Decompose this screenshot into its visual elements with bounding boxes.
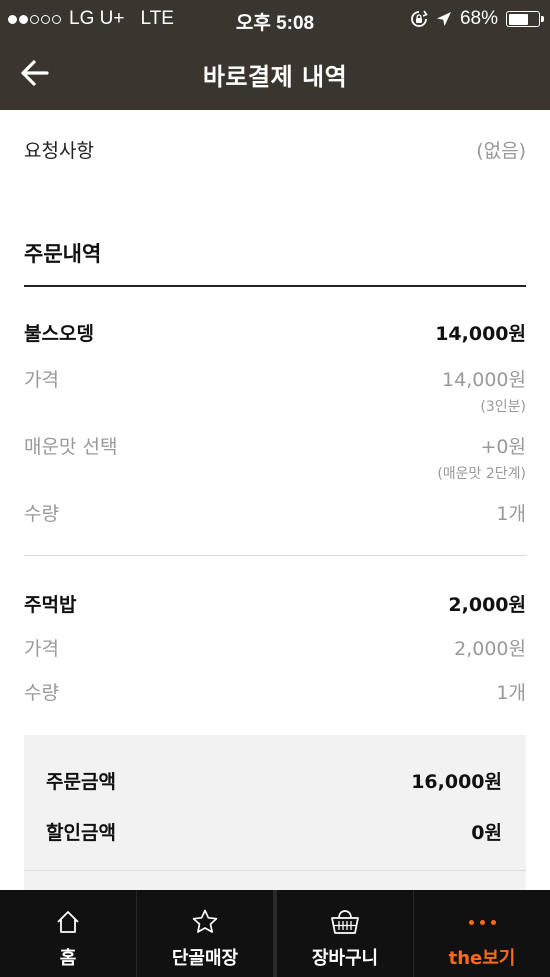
tab-more[interactable]: the보기 — [413, 890, 550, 977]
tab-favorite-stores-label: 단골매장 — [171, 948, 239, 969]
order-section-title: 주문내역 — [24, 242, 102, 266]
price-value: 2,000원 — [454, 638, 526, 660]
order-item-name-row: 불스오뎅 14,000원 — [24, 319, 526, 346]
discount-row: 할인금액 0원 — [46, 818, 502, 845]
order-item-qty-row: 수량 1개 — [24, 499, 526, 526]
order-amount-row: 주문금액 16,000원 — [46, 767, 502, 794]
location-icon — [436, 12, 451, 26]
order-item-name: 주먹밥 — [24, 594, 77, 616]
option-note: (매운맛 2단계) — [437, 466, 526, 482]
order-item-price-row: 가격 14,000원 (3인분) — [24, 365, 526, 416]
battery-percent: 68% — [459, 8, 498, 29]
request-value: (없음) — [476, 140, 526, 162]
star-icon — [192, 909, 218, 933]
order-item-qty-row: 수량 1개 — [24, 678, 526, 705]
item-divider — [24, 555, 526, 556]
discount-value: 0원 — [471, 822, 502, 844]
discount-label: 할인금액 — [46, 822, 116, 844]
page-title: 바로결제 내역 — [202, 63, 348, 91]
order-detail-content: 요청사항 (없음) 주문내역 불스오뎅 14,000원 가격 14,000원 (… — [0, 110, 550, 890]
home-icon — [57, 911, 79, 933]
tab-home-label: 홈 — [59, 948, 77, 969]
tab-home[interactable]: 홈 — [0, 890, 136, 977]
tab-cart[interactable]: 장바구니 — [273, 890, 413, 977]
payment-summary: 주문금액 16,000원 할인금액 0원 — [24, 735, 526, 890]
tab-favorite-stores[interactable]: 단골매장 — [136, 890, 273, 977]
request-row: 요청사항 (없음) — [24, 136, 526, 163]
qty-value: 1개 — [496, 682, 526, 704]
request-label: 요청사항 — [24, 140, 94, 162]
qty-label: 수량 — [24, 682, 59, 704]
order-item-total: 2,000원 — [448, 594, 526, 616]
battery-icon — [506, 11, 544, 27]
option-value: +0원 — [480, 436, 527, 458]
qty-label: 수량 — [24, 503, 59, 525]
price-note: (3인분) — [480, 399, 526, 415]
order-item-name-row: 주먹밥 2,000원 — [24, 590, 526, 617]
order-item-total: 14,000원 — [435, 323, 526, 345]
basket-icon — [331, 910, 359, 934]
tab-more-label: the보기 — [448, 948, 516, 969]
order-divider — [24, 285, 526, 287]
status-bar: LG U+ LTE 오후 5:08 68% — [0, 0, 550, 38]
order-item-option-row: 매운맛 선택 +0원 (매운맛 2단계) — [24, 432, 526, 483]
nav-bar: 바로결제 내역 — [0, 38, 550, 110]
rotation-lock-icon — [411, 10, 428, 27]
bottom-tab-bar: 홈 단골매장 장바구니 the보기 — [0, 890, 550, 977]
order-amount-label: 주문금액 — [46, 771, 116, 793]
price-label: 가격 — [24, 369, 59, 391]
order-amount-value: 16,000원 — [411, 771, 502, 793]
order-item-name: 불스오뎅 — [24, 323, 94, 345]
battery-level — [508, 13, 529, 25]
order-item-price-row: 가격 2,000원 — [24, 634, 526, 661]
qty-value: 1개 — [496, 503, 526, 525]
price-value: 14,000원 — [442, 369, 526, 391]
price-label: 가격 — [24, 638, 59, 660]
more-dots-icon — [468, 919, 496, 925]
summary-divider — [24, 870, 526, 871]
tab-cart-label: 장바구니 — [311, 948, 379, 969]
option-label: 매운맛 선택 — [24, 436, 118, 458]
